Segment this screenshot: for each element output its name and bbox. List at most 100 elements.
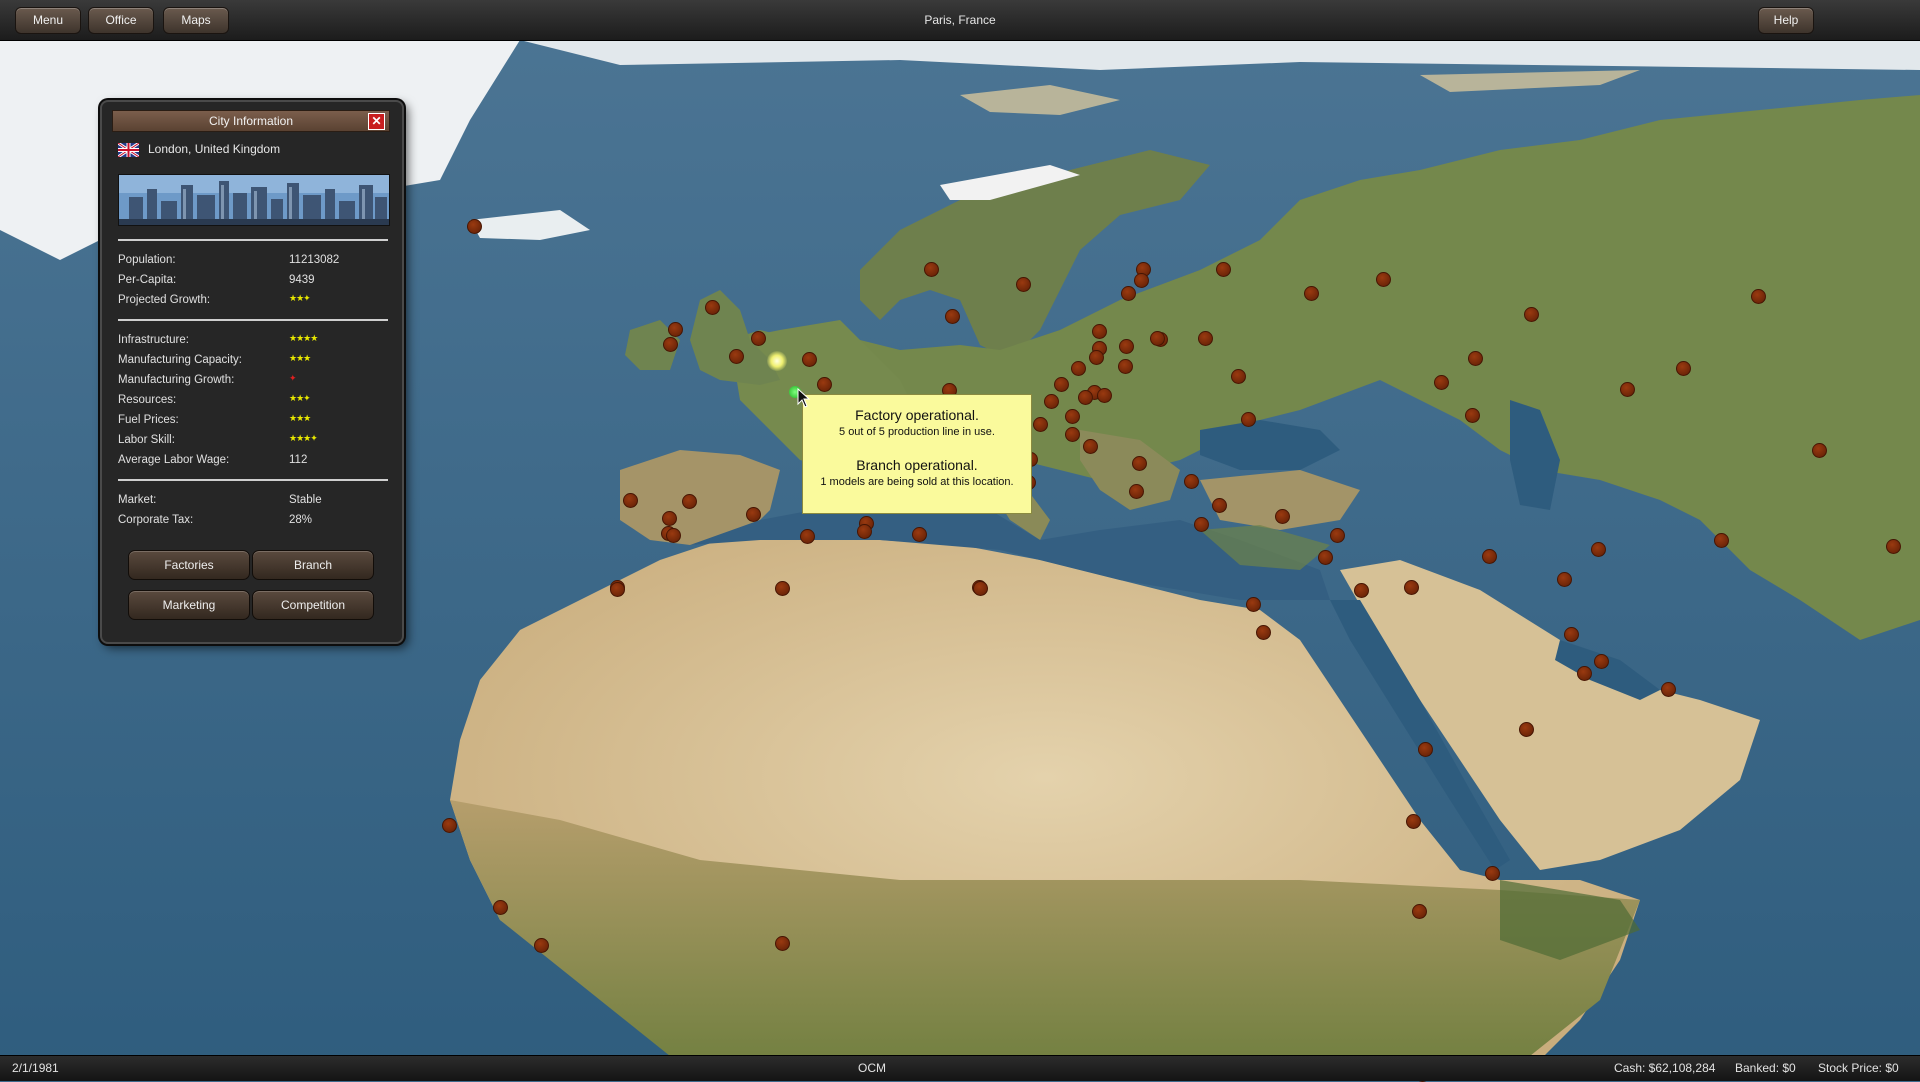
city-marker[interactable] <box>817 377 832 392</box>
city-marker[interactable] <box>1184 474 1199 489</box>
city-marker[interactable] <box>705 300 720 315</box>
city-marker[interactable] <box>1557 572 1572 587</box>
city-marker[interactable] <box>1577 666 1592 681</box>
city-marker[interactable] <box>1129 484 1144 499</box>
city-marker[interactable] <box>924 262 939 277</box>
city-marker[interactable] <box>1118 359 1133 374</box>
city-marker[interactable] <box>1676 361 1691 376</box>
divider <box>118 479 388 481</box>
city-marker[interactable] <box>1318 550 1333 565</box>
city-marker[interactable] <box>1078 390 1093 405</box>
city-marker[interactable] <box>1661 682 1676 697</box>
city-marker[interactable] <box>1134 273 1149 288</box>
branch-button[interactable]: Branch <box>252 550 374 580</box>
city-marker[interactable] <box>1406 814 1421 829</box>
city-marker[interactable] <box>1194 517 1209 532</box>
city-marker[interactable] <box>1418 742 1433 757</box>
city-marker[interactable] <box>1150 331 1165 346</box>
city-marker[interactable] <box>467 219 482 234</box>
city-marker[interactable] <box>746 507 761 522</box>
office-button[interactable]: Office <box>88 7 154 34</box>
city-marker[interactable] <box>682 494 697 509</box>
city-skyline-image <box>118 174 390 226</box>
city-marker[interactable] <box>442 818 457 833</box>
city-marker[interactable] <box>1412 904 1427 919</box>
city-marker[interactable] <box>623 493 638 508</box>
city-marker[interactable] <box>1065 409 1080 424</box>
city-marker[interactable] <box>1751 289 1766 304</box>
city-marker[interactable] <box>1354 583 1369 598</box>
city-marker[interactable] <box>1594 654 1609 669</box>
city-marker[interactable] <box>1434 375 1449 390</box>
city-marker[interactable] <box>1132 456 1147 471</box>
city-marker[interactable] <box>775 936 790 951</box>
city-marker[interactable] <box>1097 388 1112 403</box>
marketing-button[interactable]: Marketing <box>128 590 250 620</box>
city-marker[interactable] <box>1065 427 1080 442</box>
city-marker[interactable] <box>1886 539 1901 554</box>
mouse-cursor-icon <box>797 388 811 408</box>
competition-button[interactable]: Competition <box>252 590 374 620</box>
city-marker[interactable] <box>1092 324 1107 339</box>
city-marker[interactable] <box>493 900 508 915</box>
maps-button[interactable]: Maps <box>163 7 229 34</box>
city-marker[interactable] <box>666 528 681 543</box>
city-marker[interactable] <box>775 581 790 596</box>
bottom-status-bar: 2/1/1981 OCM Cash: $62,108,284 Banked: $… <box>0 1055 1920 1081</box>
city-marker[interactable] <box>1216 262 1231 277</box>
city-marker[interactable] <box>1376 272 1391 287</box>
city-marker[interactable] <box>534 938 549 953</box>
city-marker[interactable] <box>1404 580 1419 595</box>
city-marker[interactable] <box>1119 339 1134 354</box>
city-marker[interactable] <box>1089 350 1104 365</box>
city-marker[interactable] <box>1714 533 1729 548</box>
city-marker[interactable] <box>1016 277 1031 292</box>
city-marker[interactable] <box>1054 377 1069 392</box>
cash-display: Cash: $62,108,284 <box>1614 1061 1716 1075</box>
city-marker[interactable] <box>1198 331 1213 346</box>
city-marker[interactable] <box>729 349 744 364</box>
city-marker[interactable] <box>1330 528 1345 543</box>
city-marker[interactable] <box>1121 286 1136 301</box>
menu-button[interactable]: Menu <box>15 7 81 34</box>
rating-stars-icon: ★★✦ <box>289 293 311 303</box>
city-marker[interactable] <box>1524 307 1539 322</box>
city-marker[interactable] <box>1246 597 1261 612</box>
city-marker[interactable] <box>663 337 678 352</box>
city-marker[interactable] <box>1231 369 1246 384</box>
city-marker[interactable] <box>1519 722 1534 737</box>
city-marker[interactable] <box>1620 382 1635 397</box>
city-marker[interactable] <box>1591 542 1606 557</box>
city-marker[interactable] <box>945 309 960 324</box>
city-marker[interactable] <box>800 529 815 544</box>
city-marker[interactable] <box>1256 625 1271 640</box>
city-marker[interactable] <box>1044 394 1059 409</box>
city-marker[interactable] <box>1564 627 1579 642</box>
city-marker[interactable] <box>1465 408 1480 423</box>
city-marker[interactable] <box>1241 412 1256 427</box>
average-labor-wage-row: Average Labor Wage: 112 <box>118 454 388 470</box>
city-marker[interactable] <box>610 582 625 597</box>
city-marker[interactable] <box>973 581 988 596</box>
factories-button[interactable]: Factories <box>128 550 250 580</box>
city-marker[interactable] <box>662 511 677 526</box>
city-marker[interactable] <box>1468 351 1483 366</box>
city-marker[interactable] <box>1083 439 1098 454</box>
city-marker[interactable] <box>1033 417 1048 432</box>
city-marker[interactable] <box>1812 443 1827 458</box>
city-marker[interactable] <box>1304 286 1319 301</box>
city-marker[interactable] <box>1482 549 1497 564</box>
city-marker[interactable] <box>1212 498 1227 513</box>
close-icon[interactable]: ✕ <box>368 113 385 130</box>
city-marker[interactable] <box>668 322 683 337</box>
city-marker[interactable] <box>912 527 927 542</box>
city-marker[interactable] <box>1485 866 1500 881</box>
city-marker[interactable] <box>1275 509 1290 524</box>
rating-label: Fuel Prices: <box>118 414 179 426</box>
city-marker[interactable] <box>1071 361 1086 376</box>
panel-title-bar[interactable]: City Information ✕ <box>112 110 390 132</box>
city-marker[interactable] <box>751 331 766 346</box>
city-marker[interactable] <box>802 352 817 367</box>
city-marker[interactable] <box>857 524 872 539</box>
help-button[interactable]: Help <box>1758 7 1814 34</box>
